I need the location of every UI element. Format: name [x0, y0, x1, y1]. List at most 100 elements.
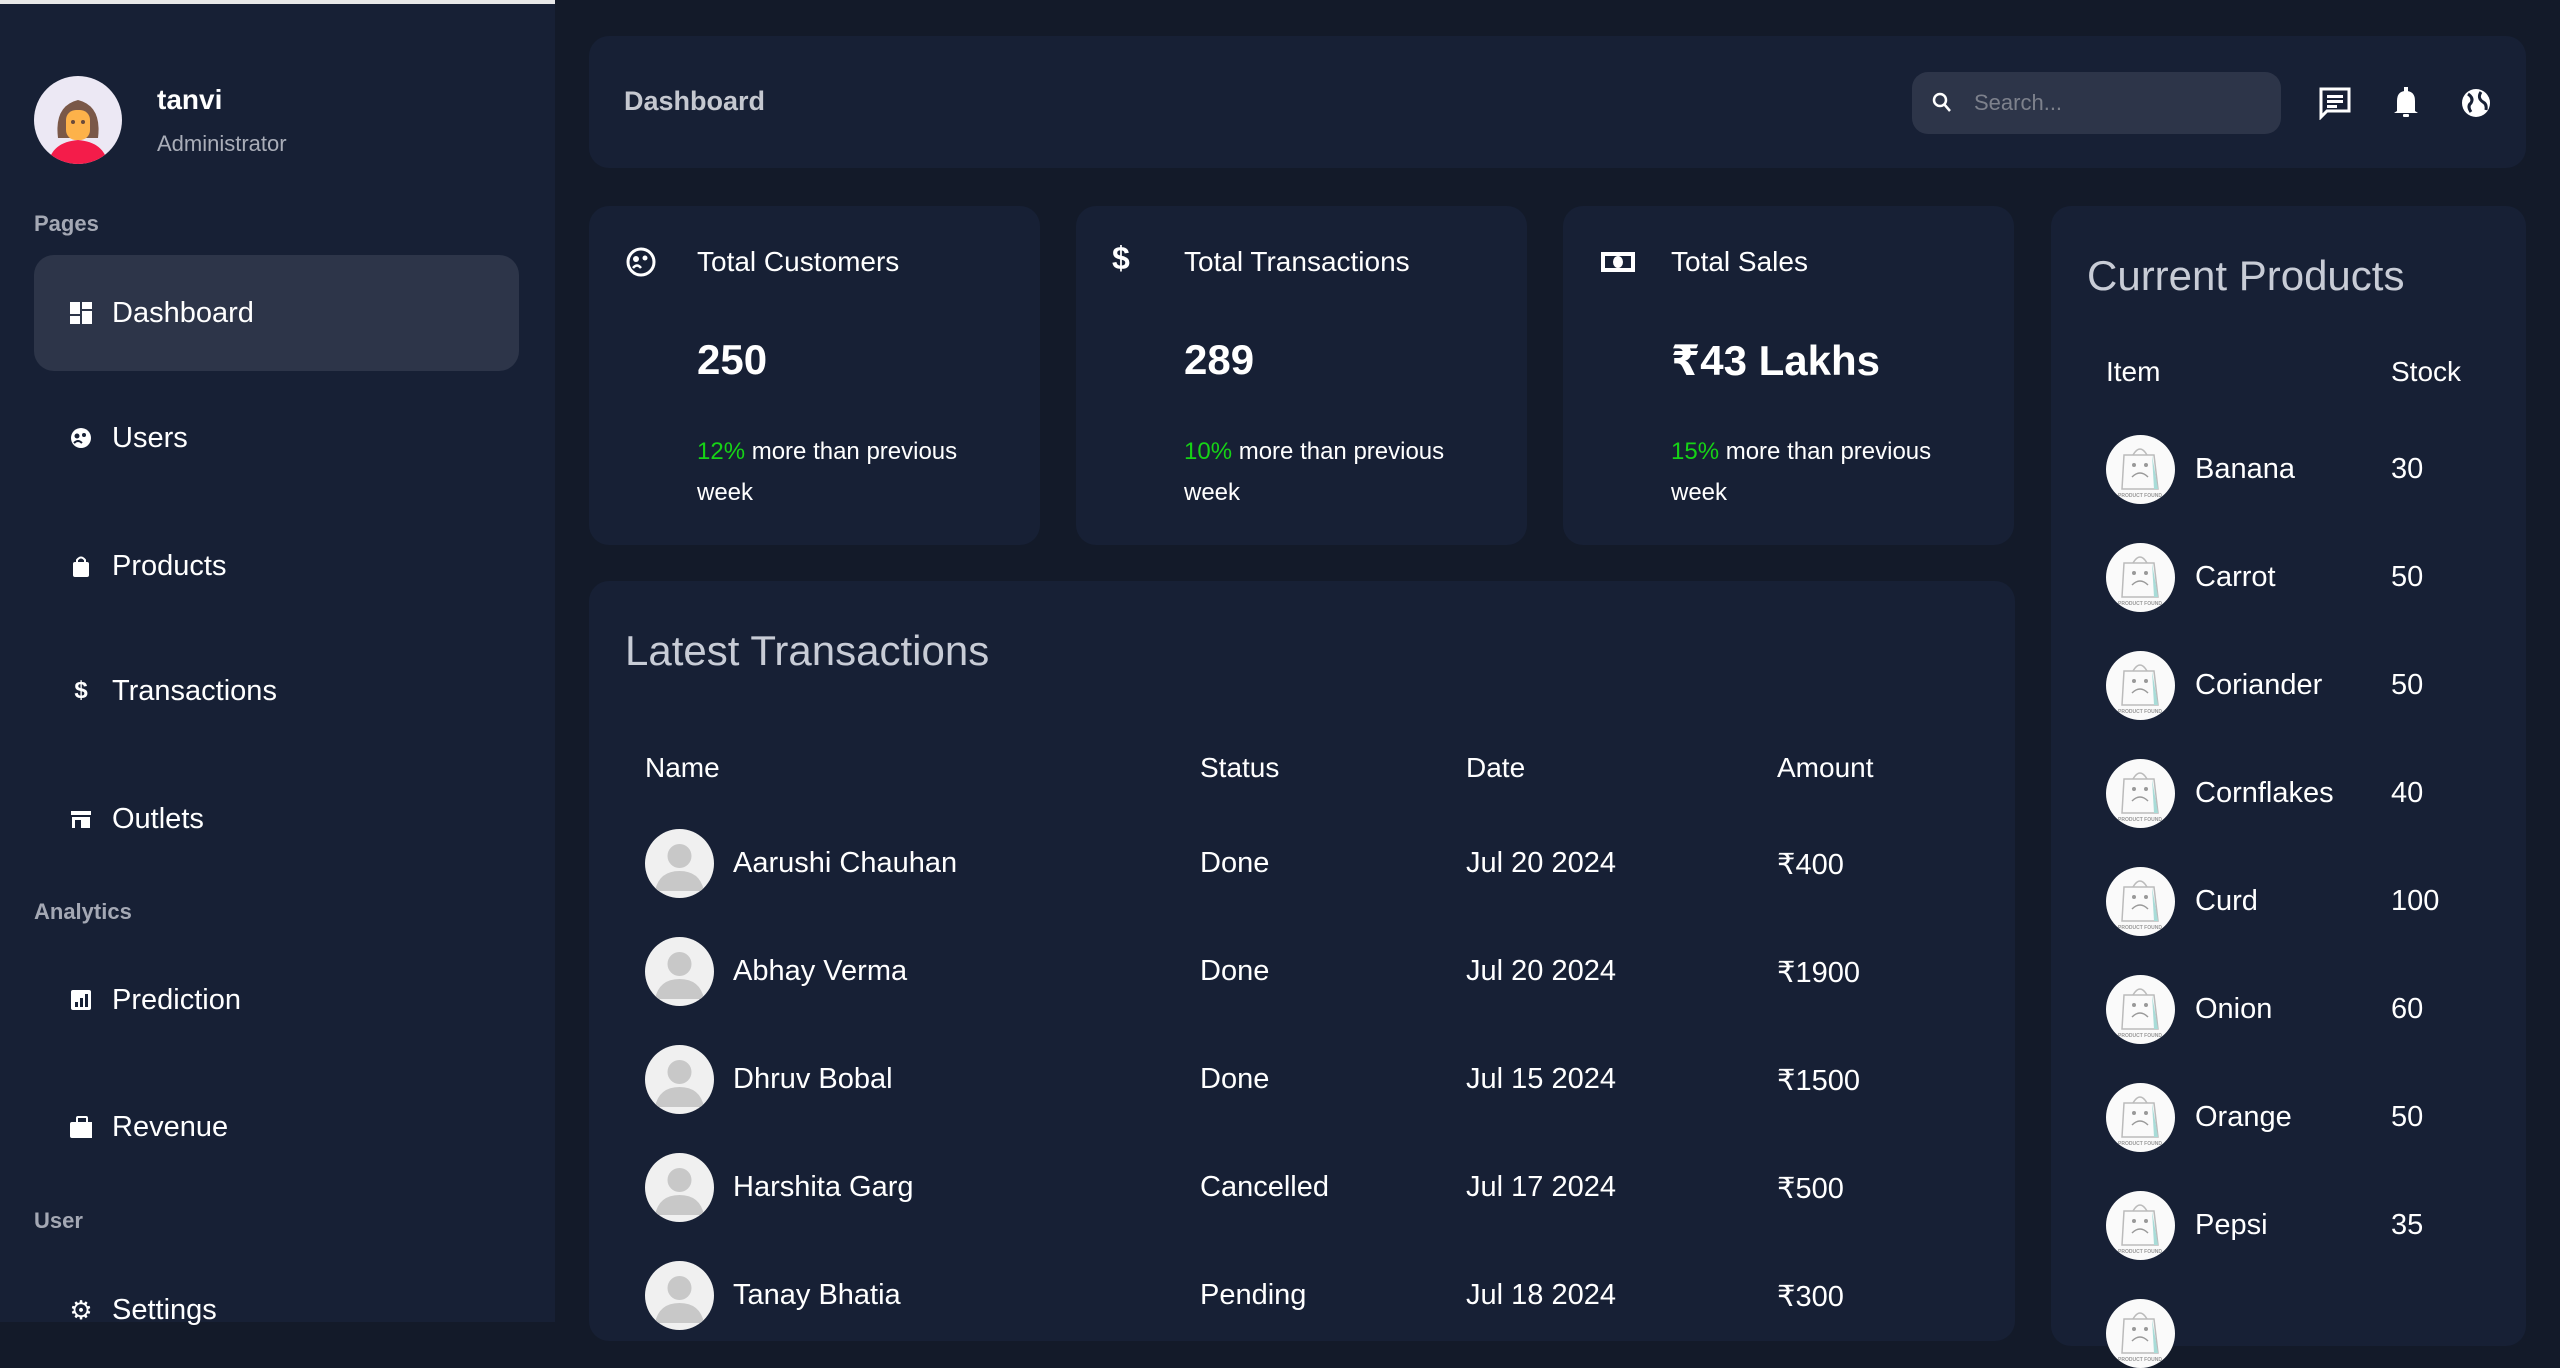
product-image: PRODUCT FOUND [2106, 1191, 2175, 1260]
table-row[interactable]: Tanay Bhatia Pending Jul 18 2024 ₹300 [589, 1261, 2015, 1331]
section-pages: Pages [34, 211, 99, 236]
search-input[interactable] [1974, 90, 2274, 116]
sidebar-item-label: Products [112, 549, 227, 582]
list-item[interactable]: PRODUCT FOUND Pepsi 35 [2051, 1191, 2526, 1261]
customers-icon [626, 247, 656, 277]
table-row[interactable]: Harshita Garg Cancelled Jul 17 2024 ₹500 [589, 1153, 2015, 1223]
product-name: Carrot [2195, 561, 2276, 593]
cell-name: Harshita Garg [733, 1171, 914, 1203]
cell-name: Tanay Bhatia [733, 1279, 901, 1311]
svg-text:PRODUCT FOUND: PRODUCT FOUND [2118, 1141, 2162, 1147]
table-row[interactable]: Aarushi Chauhan Done Jul 20 2024 ₹400 [589, 829, 2015, 899]
cell-amount: ₹1900 [1777, 957, 1860, 989]
product-stock: 30 [2391, 453, 2424, 485]
product-stock: 50 [2391, 1101, 2424, 1133]
list-item[interactable]: PRODUCT FOUND Orange 50 [2051, 1083, 2526, 1153]
column-header-date: Date [1466, 752, 1526, 783]
header: Dashboard [589, 36, 2526, 168]
product-image: PRODUCT FOUND [2106, 651, 2175, 720]
list-item[interactable]: PRODUCT FOUND Banana 30 [2051, 435, 2526, 505]
cell-status: Done [1200, 847, 1270, 879]
svg-text:PRODUCT FOUND: PRODUCT FOUND [2118, 1249, 2162, 1255]
sidebar-item-label: Transactions [112, 674, 277, 707]
globe-icon[interactable] [2459, 86, 2493, 120]
bell-icon[interactable] [2389, 86, 2423, 120]
product-image: PRODUCT FOUND [2106, 543, 2175, 612]
chat-icon[interactable] [2318, 86, 2352, 120]
sidebar-item-outlets[interactable]: Outlets [34, 761, 519, 877]
sidebar-item-settings[interactable]: ⚙ Settings [34, 1252, 519, 1368]
svg-text:PRODUCT FOUND: PRODUCT FOUND [2118, 709, 2162, 715]
cell-status: Cancelled [1200, 1171, 1329, 1203]
stat-title: Total Sales [1671, 246, 1808, 277]
sidebar-item-users[interactable]: Users [34, 380, 519, 496]
svg-text:PRODUCT FOUND: PRODUCT FOUND [2118, 1357, 2162, 1363]
product-stock: 50 [2391, 669, 2424, 701]
product-image: PRODUCT FOUND [2106, 1083, 2175, 1152]
customer-avatar [645, 829, 714, 898]
cell-amount: ₹1500 [1777, 1065, 1860, 1097]
dashboard-icon [70, 302, 92, 324]
product-image: PRODUCT FOUND [2106, 435, 2175, 504]
stat-change: 10% more than previous week [1184, 438, 1445, 506]
cell-amount: ₹300 [1777, 1281, 1844, 1313]
product-name: Pepsi [2195, 1209, 2268, 1241]
sidebar-item-transactions[interactable]: $ Transactions [34, 633, 519, 749]
svg-text:PRODUCT FOUND: PRODUCT FOUND [2118, 817, 2162, 823]
product-image: PRODUCT FOUND [2106, 1299, 2175, 1368]
sidebar-item-label: Prediction [112, 983, 241, 1016]
sidebar-item-prediction[interactable]: Prediction [34, 942, 519, 1058]
store-icon [70, 808, 92, 830]
column-header-stock: Stock [2391, 356, 2462, 387]
list-item[interactable]: PRODUCT FOUND Cornflakes 40 [2051, 759, 2526, 829]
stat-card-transactions: $ Total Transactions 289 10% more than p… [1076, 206, 1527, 545]
sidebar-item-dashboard[interactable]: Dashboard [34, 255, 519, 371]
shopping-bag-icon [70, 555, 92, 577]
briefcase-icon [70, 1116, 92, 1138]
cell-date: Jul 18 2024 [1466, 1279, 1616, 1311]
cell-name: Abhay Verma [733, 955, 908, 987]
customer-avatar [645, 1045, 714, 1114]
search-box[interactable] [1912, 72, 2281, 134]
product-name: Orange [2195, 1101, 2292, 1133]
dollar-icon: $ [1112, 240, 1130, 276]
stat-card-customers: Total Customers 250 12% more than previo… [589, 206, 1040, 545]
product-stock: 40 [2391, 777, 2424, 809]
sidebar-item-label: Outlets [112, 802, 204, 835]
cell-status: Done [1200, 1063, 1270, 1095]
product-name: Banana [2195, 453, 2295, 485]
list-item[interactable]: PRODUCT FOUND Coriander 50 [2051, 651, 2526, 721]
sidebar-item-products[interactable]: Products [34, 508, 519, 624]
list-item[interactable]: PRODUCT FOUND Curd 100 [2051, 867, 2526, 937]
chart-icon [70, 989, 92, 1011]
stat-title: Total Customers [697, 246, 900, 277]
product-image: PRODUCT FOUND [2106, 759, 2175, 828]
sidebar-item-revenue[interactable]: Revenue [34, 1069, 519, 1185]
sidebar-item-label: Revenue [112, 1110, 229, 1143]
cell-name: Aarushi Chauhan [733, 847, 958, 879]
sidebar-item-label: Users [112, 421, 188, 454]
column-header-amount: Amount [1777, 752, 1874, 783]
cell-name: Dhruv Bobal [733, 1063, 893, 1095]
product-name: Onion [2195, 993, 2273, 1025]
cell-date: Jul 15 2024 [1466, 1063, 1616, 1095]
gear-icon: ⚙ [69, 1294, 93, 1325]
product-image: PRODUCT FOUND [2106, 975, 2175, 1044]
svg-text:PRODUCT FOUND: PRODUCT FOUND [2118, 1033, 2162, 1039]
list-item[interactable]: PRODUCT FOUND Carrot 50 [2051, 543, 2526, 613]
column-header-status: Status [1200, 752, 1280, 783]
product-name: Curd [2195, 885, 2258, 917]
avatar[interactable] [34, 76, 122, 164]
stat-card-sales: Total Sales ₹43 Lakhs 15% more than prev… [1563, 206, 2014, 545]
product-stock: 50 [2391, 561, 2424, 593]
cell-date: Jul 17 2024 [1466, 1171, 1616, 1203]
section-analytics: Analytics [34, 899, 132, 924]
column-header-name: Name [645, 752, 720, 783]
section-user: User [34, 1208, 83, 1233]
customer-avatar [645, 1261, 714, 1330]
table-row[interactable]: Abhay Verma Done Jul 20 2024 ₹1900 [589, 937, 2015, 1007]
current-products-card: Current Products Item Stock PRODUCT FOUN… [2051, 206, 2526, 1368]
product-stock: 100 [2391, 885, 2440, 917]
table-row[interactable]: Dhruv Bobal Done Jul 15 2024 ₹1500 [589, 1045, 2015, 1115]
list-item[interactable]: PRODUCT FOUND Onion 60 [2051, 975, 2526, 1045]
